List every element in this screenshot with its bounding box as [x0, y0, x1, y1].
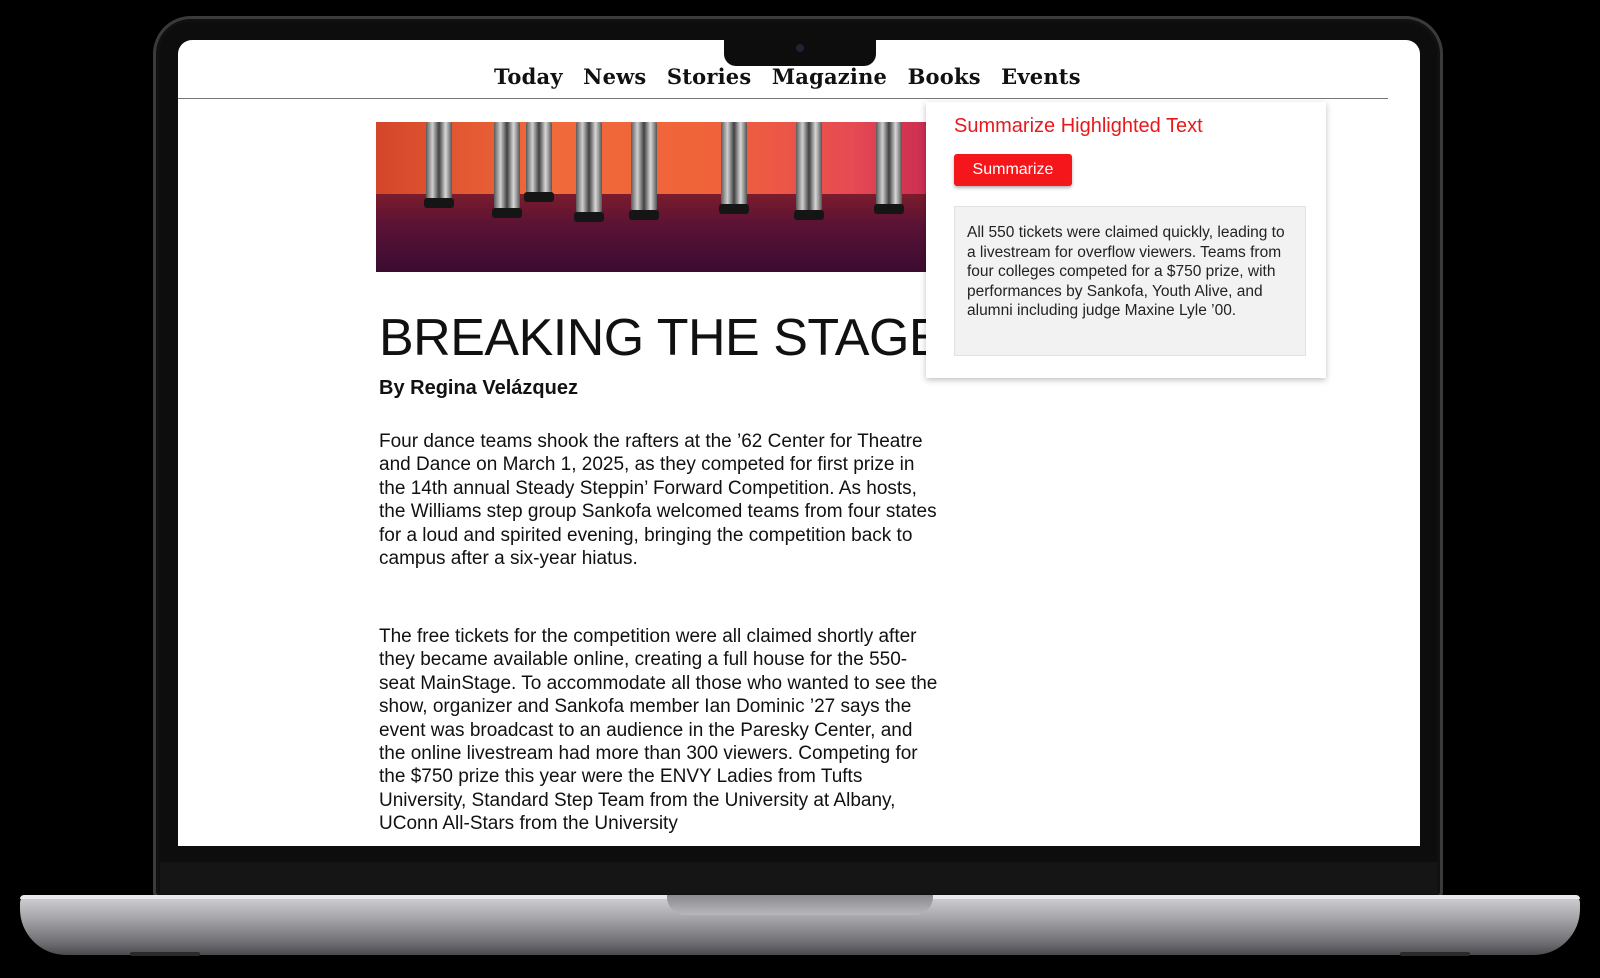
- browser-screen: Today News Stories Magazine Books Events…: [178, 40, 1420, 846]
- laptop-thumb-notch: [667, 895, 933, 915]
- dancer-figure: [629, 122, 659, 220]
- dancer-figure: [794, 122, 824, 220]
- nav-items: Today News Stories Magazine Books Events: [494, 64, 1097, 89]
- hero-image: [376, 122, 936, 272]
- dancer-figure: [874, 122, 904, 214]
- camera-notch: [724, 40, 876, 66]
- nav-item-news[interactable]: News: [583, 64, 646, 89]
- article-paragraph-2: The free tickets for the competition wer…: [379, 626, 938, 835]
- article-byline: By Regina Velázquez: [379, 377, 578, 399]
- nav-item-magazine[interactable]: Magazine: [772, 64, 887, 89]
- laptop-chin: [160, 862, 1437, 894]
- summarize-panel-title: Summarize Highlighted Text: [954, 115, 1203, 137]
- summary-output: All 550 tickets were claimed quickly, le…: [954, 206, 1306, 356]
- laptop-foot-left: [130, 952, 200, 956]
- article-paragraph-1: Four dance teams shook the rafters at th…: [379, 431, 937, 570]
- dancer-figure: [524, 122, 554, 202]
- nav-item-today[interactable]: Today: [494, 64, 563, 89]
- nav-item-books[interactable]: Books: [908, 64, 981, 89]
- nav-item-stories[interactable]: Stories: [667, 64, 752, 89]
- dancer-figure: [719, 122, 749, 214]
- laptop-foot-right: [1400, 952, 1470, 956]
- dancer-figure: [492, 122, 522, 218]
- summarize-panel: Summarize Highlighted Text Summarize All…: [926, 102, 1326, 378]
- article-title: BREAKING THE STAGE: [379, 309, 944, 367]
- dancer-figure: [574, 122, 604, 222]
- camera-icon: [796, 44, 804, 52]
- dancer-figure: [424, 122, 454, 208]
- nav-item-events[interactable]: Events: [1001, 64, 1081, 89]
- summarize-button[interactable]: Summarize: [954, 154, 1072, 186]
